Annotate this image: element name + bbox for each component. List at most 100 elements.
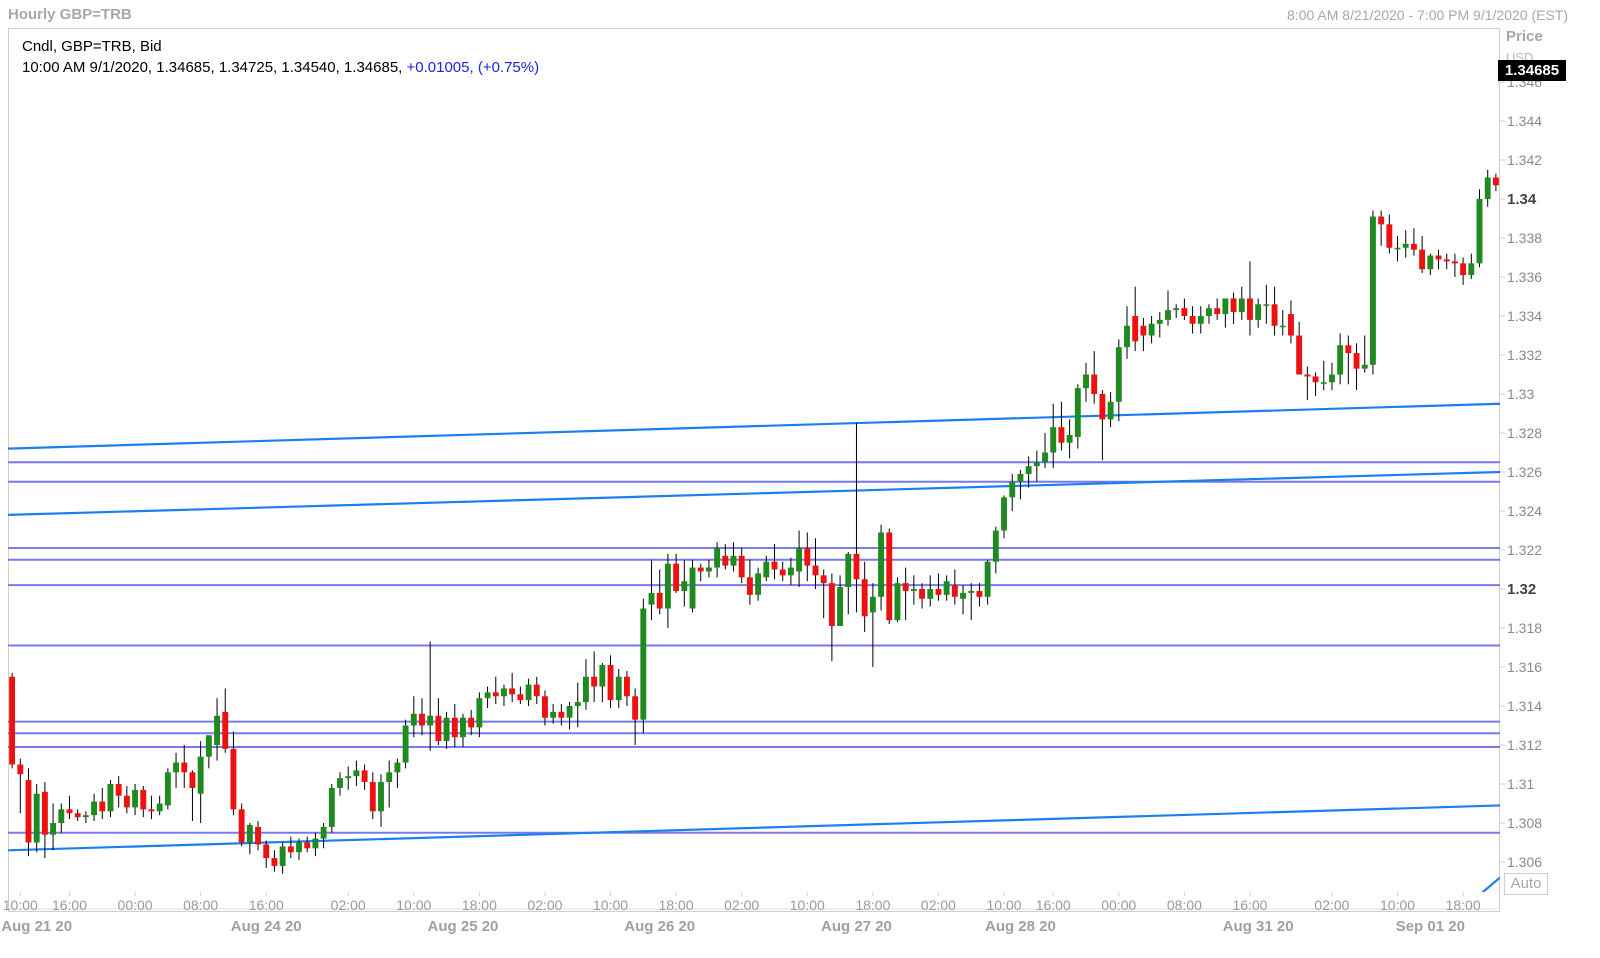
candle-body: [1288, 314, 1294, 336]
candle-body: [492, 692, 499, 697]
candle-body: [1345, 345, 1352, 354]
candle-body: [960, 592, 966, 599]
candle-body: [1320, 382, 1327, 384]
x-tick-label: 00:00: [1101, 897, 1136, 913]
candle-body: [74, 813, 81, 818]
candle-body: [156, 803, 163, 812]
y-tick-label: 1.316: [1507, 659, 1542, 675]
candle-body: [1567, 66, 1573, 86]
y-tick-label: 1.314: [1507, 698, 1542, 714]
x-tick-label: 10:00: [593, 897, 628, 913]
candle-body: [1304, 374, 1311, 377]
candle-body: [763, 561, 770, 578]
candle-body: [25, 780, 32, 843]
candle-body: [771, 561, 778, 570]
candle-body: [738, 555, 745, 578]
candle-body: [1181, 308, 1188, 316]
candle-body: [345, 776, 352, 779]
y-tick-label: 1.338: [1507, 230, 1542, 246]
x-tick-label: 10:00: [3, 897, 38, 913]
candle-body: [1083, 374, 1089, 389]
candle-body: [1542, 127, 1548, 150]
candle-body: [517, 694, 524, 701]
candle-body: [722, 555, 729, 566]
x-tick-label: 10:00: [396, 897, 431, 913]
candle-body: [1173, 308, 1180, 311]
last-price-tag: 1.34685: [1498, 60, 1566, 81]
candle-body: [828, 583, 835, 627]
trendline: [8, 470, 1500, 516]
candle-body: [787, 567, 794, 576]
auto-scale-button[interactable]: Auto: [1504, 873, 1548, 895]
candle-body: [181, 762, 188, 773]
plot-layer: [8, 64, 1589, 892]
candle-body: [66, 809, 73, 814]
candle-body: [599, 665, 606, 687]
candle-body: [1583, 64, 1589, 66]
candle-body: [878, 532, 885, 597]
legend-change: +0.01005, (+0.75%): [406, 59, 540, 76]
candle-body: [263, 844, 270, 859]
candle-body: [755, 573, 762, 595]
candle-body: [927, 589, 934, 599]
legend-ohlc: 10:00 AM 9/1/2020, 1.34685, 1.34725, 1.3…: [22, 57, 539, 78]
candle-body: [673, 563, 680, 591]
candle-body: [304, 842, 311, 849]
candle-body: [484, 692, 491, 699]
candle-body: [615, 676, 622, 701]
trendline: [8, 402, 1500, 450]
candle-body: [542, 696, 548, 718]
candle-body: [197, 756, 204, 794]
candle-body: [1312, 376, 1319, 383]
candle-body: [1484, 177, 1491, 199]
trendline: [8, 804, 1500, 852]
candle-body: [230, 748, 237, 810]
candle-body: [1247, 298, 1253, 320]
candle-body: [845, 553, 852, 588]
x-tick-label: 02:00: [724, 897, 759, 913]
candle-body: [804, 548, 811, 566]
candle-body: [746, 577, 753, 595]
y-tick-label: 1.32: [1507, 581, 1536, 598]
candle-body: [468, 717, 475, 728]
candle-body: [214, 715, 220, 745]
candle-body: [632, 696, 639, 720]
x-tick-label: 08:00: [1167, 897, 1202, 913]
candle-body: [935, 589, 942, 595]
candle-body: [992, 530, 999, 562]
y-tick-label: 1.306: [1507, 854, 1542, 870]
candle-body: [1337, 345, 1344, 375]
candle-body: [1369, 216, 1376, 365]
candle-body: [1451, 261, 1458, 264]
candle-body: [148, 809, 155, 812]
candle-body: [1206, 308, 1212, 316]
candle-body: [1501, 183, 1507, 185]
candle-body: [287, 846, 294, 853]
candle-body: [41, 791, 48, 835]
candle-body: [689, 567, 696, 609]
candle-body: [115, 784, 122, 796]
candle-body: [386, 772, 393, 783]
candle-body: [1443, 259, 1450, 262]
x-tick-label: 02:00: [921, 897, 956, 913]
candle-body: [296, 842, 302, 853]
candle-body: [328, 787, 335, 827]
x-date-label: Aug 27 20: [821, 918, 892, 935]
candle-body: [730, 555, 737, 566]
candle-body: [1296, 335, 1303, 375]
candle-body: [1263, 304, 1270, 306]
candle-body: [623, 676, 630, 697]
candle-body: [246, 824, 253, 843]
candle-body: [1066, 434, 1073, 443]
candle-body: [394, 762, 401, 773]
candle-body: [58, 809, 65, 823]
candle-body: [607, 665, 614, 701]
candle-body: [279, 846, 286, 866]
candle-body: [714, 548, 721, 568]
x-tick-label: 16:00: [249, 897, 284, 913]
candle-body: [1025, 466, 1032, 474]
y-tick-label: 1.344: [1507, 113, 1542, 129]
candle-body: [886, 532, 893, 621]
candle-body: [1033, 462, 1040, 467]
candle-body: [681, 581, 688, 591]
